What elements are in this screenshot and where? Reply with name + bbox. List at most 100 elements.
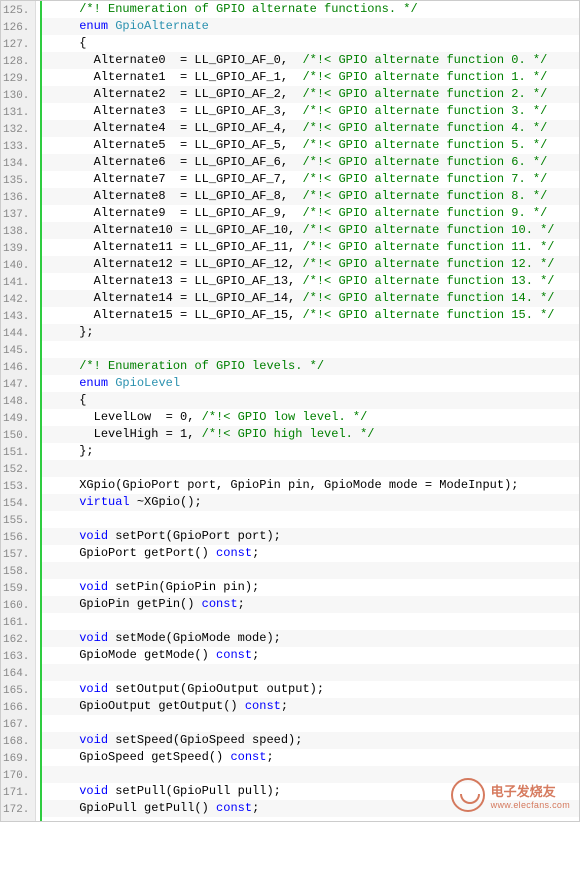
code-line: enum GpioLevel — [42, 375, 579, 392]
code-line: Alternate15 = LL_GPIO_AF_15, /*!< GPIO a… — [42, 307, 579, 324]
change-marker — [36, 52, 40, 69]
change-marker — [36, 732, 40, 749]
token-plain: ; — [281, 699, 288, 713]
code-line — [42, 766, 579, 783]
line-number: 137. — [3, 207, 29, 224]
change-marker — [36, 409, 40, 426]
line-number: 157. — [3, 547, 29, 564]
code-line: void setPull(GpioPull pull); — [42, 783, 579, 800]
line-number: 169. — [3, 751, 29, 768]
code-line: /*! Enumeration of GPIO levels. */ — [42, 358, 579, 375]
line-number-gutter: 125.126.127.128.129.130.131.132.133.134.… — [1, 1, 36, 821]
line-number: 162. — [3, 632, 29, 649]
code-line: Alternate13 = LL_GPIO_AF_13, /*!< GPIO a… — [42, 273, 579, 290]
token-keyword: enum — [79, 19, 108, 33]
token-keyword: void — [79, 529, 108, 543]
code-line: Alternate6 = LL_GPIO_AF_6, /*!< GPIO alt… — [42, 154, 579, 171]
code-line: GpioOutput getOutput() const; — [42, 698, 579, 715]
token-keyword: void — [79, 580, 108, 594]
line-number: 163. — [3, 649, 29, 666]
line-number: 131. — [3, 105, 29, 122]
line-number: 148. — [3, 394, 29, 411]
token-plain — [50, 359, 79, 373]
token-comment: /*!< GPIO alternate function 15. */ — [302, 308, 554, 322]
code-line: LevelLow = 0, /*!< GPIO low level. */ — [42, 409, 579, 426]
change-marker — [36, 613, 40, 630]
token-plain: Alternate5 = LL_GPIO_AF_5, — [50, 138, 302, 152]
token-plain: Alternate11 = LL_GPIO_AF_11, — [50, 240, 302, 254]
token-keyword: const — [216, 801, 252, 815]
code-line: Alternate1 = LL_GPIO_AF_1, /*!< GPIO alt… — [42, 69, 579, 86]
token-plain — [50, 784, 79, 798]
token-keyword: void — [79, 733, 108, 747]
code-line: }; — [42, 324, 579, 341]
change-marker — [36, 341, 40, 358]
code-line: void setPin(GpioPin pin); — [42, 579, 579, 596]
token-plain: Alternate13 = LL_GPIO_AF_13, — [50, 274, 302, 288]
code-line: void setPort(GpioPort port); — [42, 528, 579, 545]
token-plain — [50, 631, 79, 645]
token-comment: /*!< GPIO alternate function 3. */ — [302, 104, 547, 118]
line-number: 158. — [3, 564, 29, 581]
token-plain: Alternate8 = LL_GPIO_AF_8, — [50, 189, 302, 203]
change-marker — [36, 494, 40, 511]
line-number: 153. — [3, 479, 29, 496]
line-number: 134. — [3, 156, 29, 173]
token-plain: Alternate1 = LL_GPIO_AF_1, — [50, 70, 302, 84]
code-line — [42, 460, 579, 477]
token-type: GpioAlternate — [115, 19, 209, 33]
token-comment: /*!< GPIO alternate function 7. */ — [302, 172, 547, 186]
change-marker — [36, 171, 40, 188]
code-line: virtual ~XGpio(); — [42, 494, 579, 511]
token-plain: Alternate10 = LL_GPIO_AF_10, — [50, 223, 302, 237]
token-plain — [50, 529, 79, 543]
token-plain — [50, 495, 79, 509]
change-marker — [36, 1, 40, 18]
token-plain: ; — [252, 801, 259, 815]
line-number: 159. — [3, 581, 29, 598]
change-marker — [36, 783, 40, 800]
code-line: Alternate10 = LL_GPIO_AF_10, /*!< GPIO a… — [42, 222, 579, 239]
change-marker — [36, 256, 40, 273]
change-marker — [36, 324, 40, 341]
token-comment: /*!< GPIO alternate function 14. */ — [302, 291, 554, 305]
code-line: }; — [42, 443, 579, 460]
token-comment: /*! Enumeration of GPIO alternate functi… — [79, 2, 417, 16]
line-number: 146. — [3, 360, 29, 377]
change-marker — [36, 477, 40, 494]
change-marker — [36, 664, 40, 681]
line-number: 152. — [3, 462, 29, 479]
token-plain: Alternate12 = LL_GPIO_AF_12, — [50, 257, 302, 271]
line-number: 154. — [3, 496, 29, 513]
change-marker — [36, 426, 40, 443]
change-marker — [36, 562, 40, 579]
token-comment: /*!< GPIO alternate function 2. */ — [302, 87, 547, 101]
code-editor: 125.126.127.128.129.130.131.132.133.134.… — [0, 0, 580, 822]
line-number: 139. — [3, 241, 29, 258]
token-keyword: void — [79, 682, 108, 696]
token-keyword: const — [230, 750, 266, 764]
line-number: 166. — [3, 700, 29, 717]
code-line — [42, 341, 579, 358]
token-keyword: const — [216, 546, 252, 560]
token-plain: GpioMode getMode() — [50, 648, 216, 662]
line-number: 172. — [3, 802, 29, 819]
line-number: 140. — [3, 258, 29, 275]
change-marker — [36, 18, 40, 35]
code-line: Alternate2 = LL_GPIO_AF_2, /*!< GPIO alt… — [42, 86, 579, 103]
token-plain: setMode(GpioMode mode); — [108, 631, 281, 645]
token-comment: /*!< GPIO alternate function 1. */ — [302, 70, 547, 84]
code-line: GpioPin getPin() const; — [42, 596, 579, 613]
line-number: 164. — [3, 666, 29, 683]
change-marker — [36, 460, 40, 477]
change-marker — [36, 647, 40, 664]
code-line: Alternate7 = LL_GPIO_AF_7, /*!< GPIO alt… — [42, 171, 579, 188]
token-plain: Alternate9 = LL_GPIO_AF_9, — [50, 206, 302, 220]
token-plain: ; — [252, 546, 259, 560]
change-marker — [36, 800, 40, 817]
token-keyword: const — [202, 597, 238, 611]
token-plain — [50, 733, 79, 747]
change-marker — [36, 103, 40, 120]
change-marker — [36, 392, 40, 409]
line-number: 130. — [3, 88, 29, 105]
